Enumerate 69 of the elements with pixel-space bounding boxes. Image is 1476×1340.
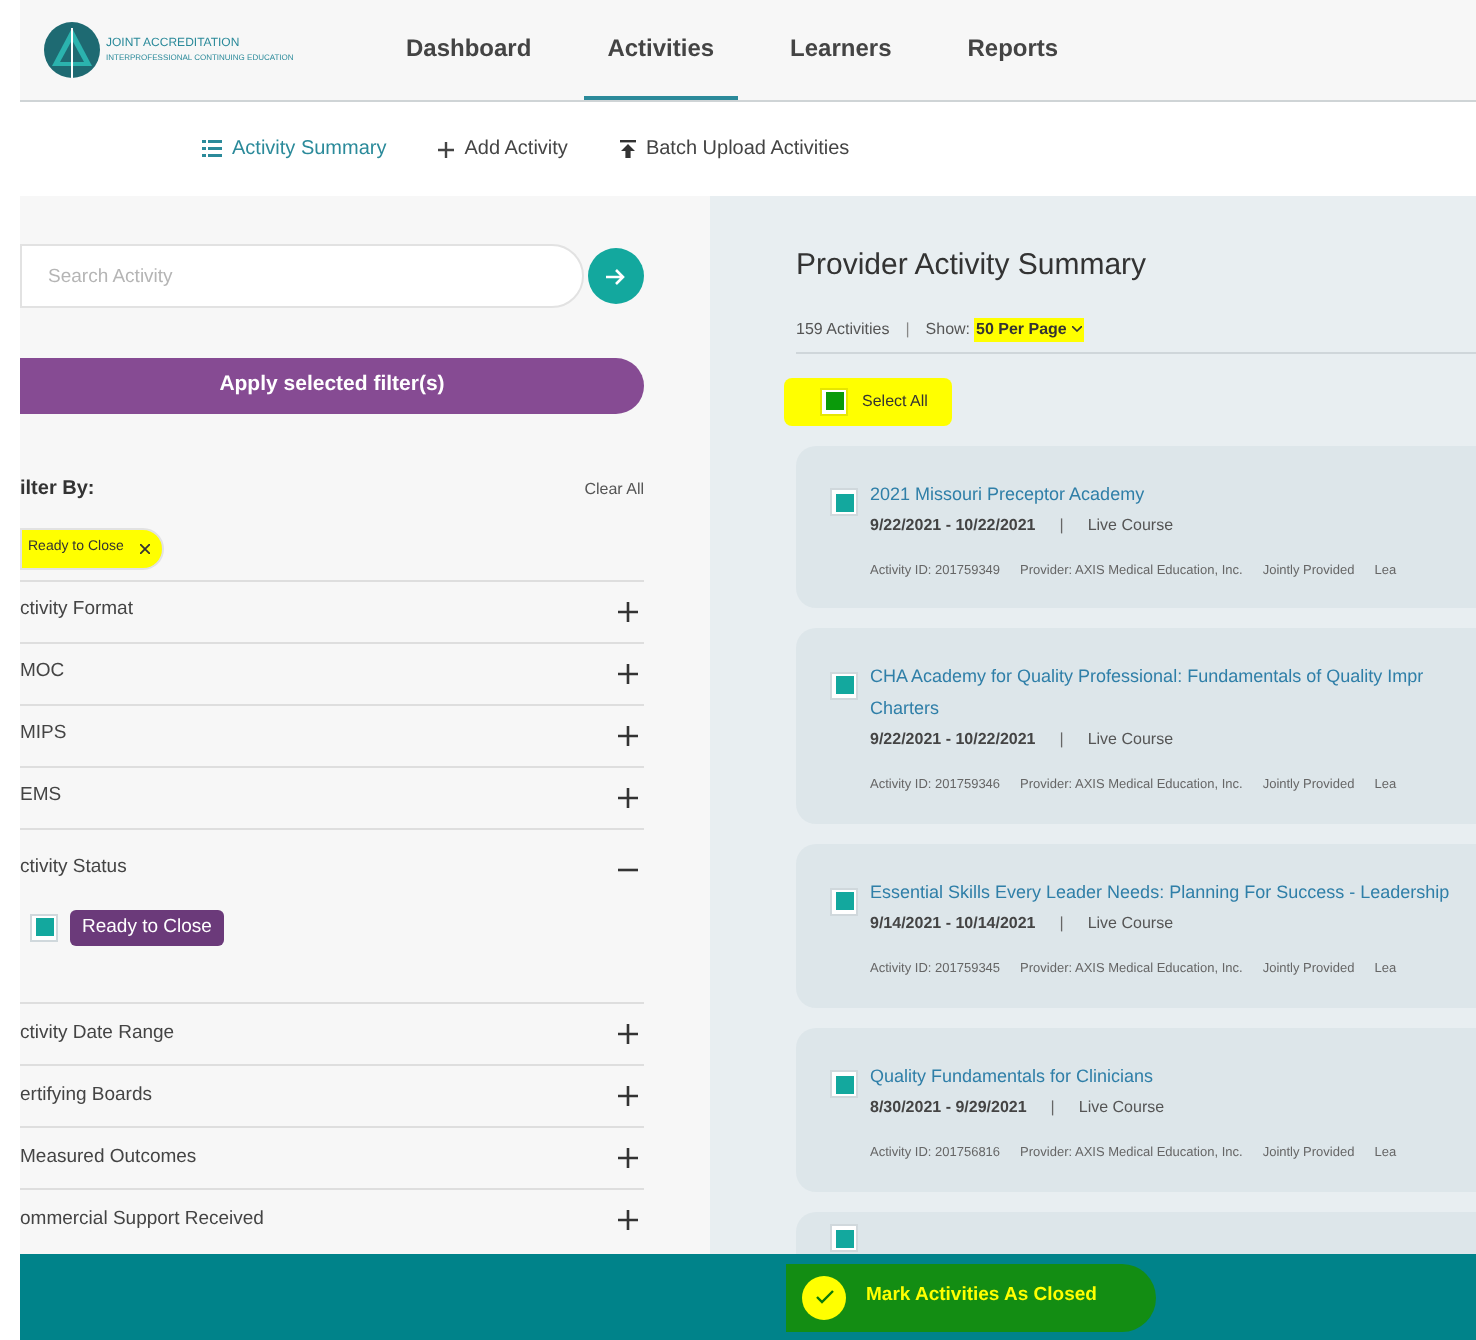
activity-count: 159 Activities (796, 317, 890, 341)
filter-section-title[interactable]: ertifying Boards (20, 1081, 153, 1110)
expand-icon[interactable] (618, 1147, 638, 1168)
expand-icon[interactable] (618, 1209, 638, 1230)
filter-section-title[interactable]: ommercial Support Received (20, 1205, 264, 1234)
filter-section-title[interactable]: Measured Outcomes (20, 1143, 197, 1172)
checkbox[interactable] (830, 887, 858, 915)
filter-section-title[interactable]: MOC (20, 658, 65, 688)
status-tag: Ready to Close (70, 909, 224, 946)
activity-dates: 9/22/2021 - 10/22/2021 (870, 513, 1036, 537)
activity-title-link[interactable]: CHA Academy for Quality Professional: Fundamentals of Quality Impr (870, 660, 1424, 693)
mark-closed-button[interactable]: Mark Activities As Closed (786, 1263, 1157, 1331)
expand-icon[interactable] (618, 1023, 638, 1044)
page-title: Provider Activity Summary (796, 246, 1149, 286)
filter-section-title[interactable]: ctivity Date Range (20, 1019, 175, 1048)
nav-tab[interactable]: Reports (943, 0, 1083, 100)
separator: | (1059, 728, 1064, 753)
separator: | (905, 317, 910, 341)
logo-icon (44, 22, 100, 78)
activity-dates: 8/30/2021 - 9/29/2021 (870, 1095, 1027, 1120)
search-button[interactable] (588, 248, 644, 304)
expand-icon[interactable] (618, 601, 638, 621)
expand-icon[interactable] (618, 663, 638, 683)
filter-section-title[interactable]: ctivity Status (20, 854, 127, 884)
checkbox[interactable] (820, 387, 848, 415)
activity-format: Live Course (1087, 728, 1174, 753)
activity-format: Live Course (1078, 1095, 1165, 1120)
activity-title-link[interactable]: Essential Skills Every Leader Needs: Planning For Success - Leadership (870, 876, 1450, 908)
expand-icon[interactable] (618, 1085, 638, 1106)
expand-icon[interactable] (618, 787, 638, 807)
checkbox[interactable] (830, 488, 858, 516)
subnav-link[interactable]: Add Activity (438, 134, 568, 164)
checkbox[interactable] (830, 671, 858, 700)
expand-icon[interactable] (618, 725, 638, 745)
chevron-down-icon (1072, 326, 1083, 332)
separator: | (1059, 513, 1064, 537)
subnav-link[interactable]: Activity Summary (202, 134, 387, 164)
activity-format: Live Course (1087, 912, 1174, 936)
search-field[interactable]: Search Activity (20, 244, 584, 308)
filter-heading: ilter By: (20, 476, 95, 504)
arrow-right-icon (606, 267, 626, 285)
activity-title-link[interactable]: 2021 Missouri Preceptor Academy (870, 477, 1397, 509)
checkbox[interactable] (830, 1224, 858, 1252)
filter-section-title[interactable]: ctivity Format (20, 596, 133, 626)
show-label: Show: (925, 317, 971, 341)
select-all-checkbox-row[interactable]: Select All (784, 377, 952, 425)
nav-tab[interactable]: Learners (766, 0, 916, 100)
subnav-link[interactable]: Batch Upload Activities (619, 134, 850, 164)
activity-title-link[interactable]: Charters (870, 692, 1424, 725)
upload-icon (619, 140, 636, 158)
checkmark-icon (815, 1290, 833, 1304)
list-icon (202, 140, 222, 158)
nav-tab[interactable]: Activities (583, 0, 739, 100)
checkbox[interactable] (30, 913, 58, 942)
filter-section-title[interactable]: MIPS (20, 720, 67, 750)
checkbox[interactable] (830, 1070, 858, 1099)
activity-title-link[interactable]: Quality Fundamentals for Clinicians (870, 1059, 1397, 1092)
per-page-dropdown[interactable]: 50 Per Page (974, 317, 1085, 341)
nav-tab[interactable]: Dashboard (382, 0, 556, 100)
apply-filters-button[interactable]: Apply selected filter(s) (20, 358, 644, 414)
plus-icon (438, 141, 455, 157)
filter-section-title[interactable]: EMS (20, 782, 62, 812)
close-icon[interactable] (139, 543, 150, 554)
activity-format: Live Course (1087, 513, 1174, 537)
clear-all-link[interactable]: Clear All (584, 477, 644, 501)
separator: | (1059, 912, 1064, 936)
separator: | (1050, 1095, 1055, 1120)
activity-dates: 9/14/2021 - 10/14/2021 (870, 912, 1036, 936)
activity-dates: 9/22/2021 - 10/22/2021 (870, 728, 1036, 753)
